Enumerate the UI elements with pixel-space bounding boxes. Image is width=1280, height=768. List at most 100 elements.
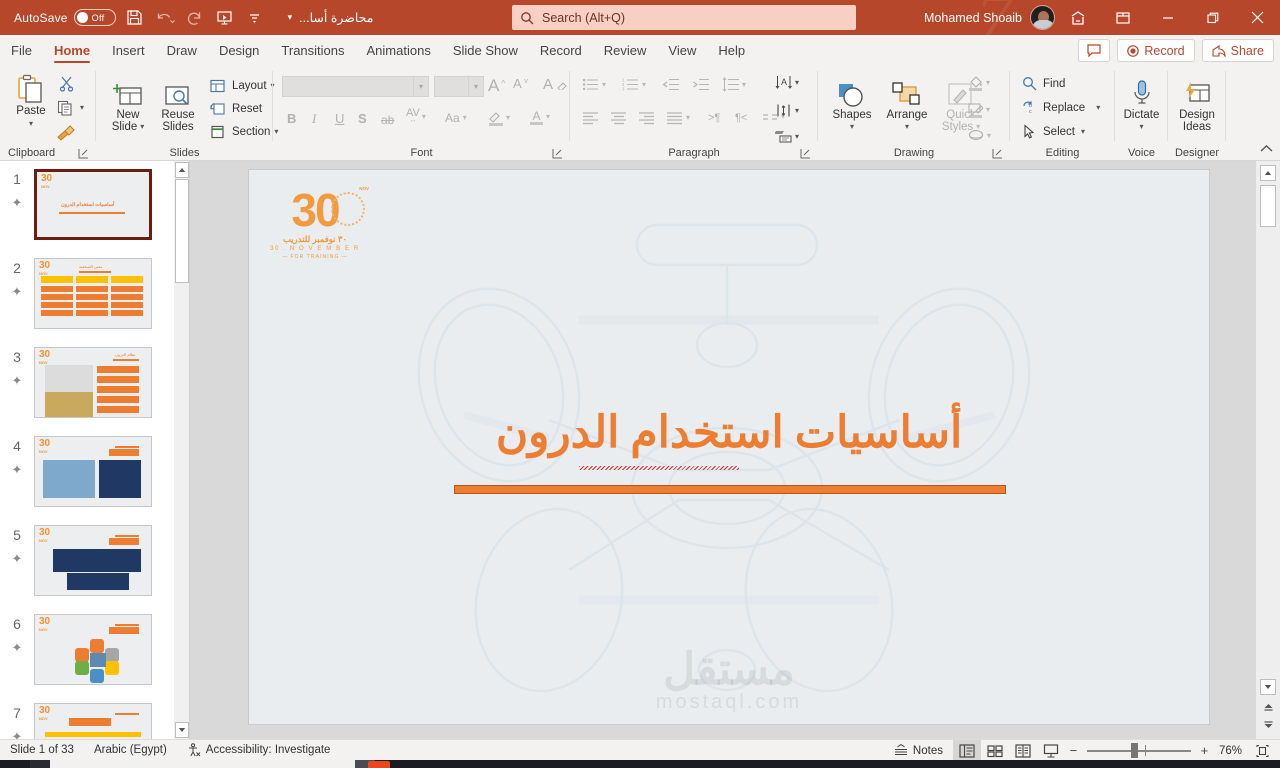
clipboard-dialog-launcher[interactable]: [78, 146, 90, 159]
text-direction-button[interactable]: A ▾: [775, 75, 799, 90]
clear-formatting-button[interactable]: A: [543, 76, 567, 93]
zoom-out-button[interactable]: −: [1065, 743, 1082, 758]
chevron-down-icon[interactable]: ▾: [413, 77, 428, 96]
chevron-down-icon[interactable]: ▾: [288, 13, 293, 22]
record-button[interactable]: Record: [1117, 39, 1195, 62]
thumbnail-item-2[interactable]: 2 ✦ 30 NOV معنى الصحفية: [0, 258, 174, 329]
format-painter-button[interactable]: [55, 121, 77, 142]
shape-fill-button[interactable]: ▾: [968, 75, 990, 91]
minimize-icon[interactable]: [1145, 0, 1190, 35]
zoom-slider[interactable]: [1086, 740, 1191, 761]
search-box[interactable]: [512, 5, 856, 30]
tab-review[interactable]: Review: [593, 36, 658, 65]
tab-draw[interactable]: Draw: [156, 36, 208, 65]
scroll-down-button[interactable]: [1260, 679, 1276, 695]
cut-button[interactable]: [55, 73, 77, 94]
reset-button[interactable]: Reset: [206, 98, 262, 119]
current-slide[interactable]: 30 NOV ٣٠ نوفمبر للتدريب 30 . N O V E M …: [249, 170, 1209, 724]
font-color-button[interactable]: A ▾: [530, 110, 550, 125]
chevron-down-icon[interactable]: ▾: [29, 120, 33, 128]
rtl-direction-button[interactable]: ¶<: [735, 112, 747, 124]
tab-animations[interactable]: Animations: [356, 36, 442, 65]
align-right-button[interactable]: [638, 111, 655, 125]
tab-file[interactable]: File: [0, 36, 43, 65]
chevron-down-icon[interactable]: ▾: [1096, 103, 1100, 112]
chevron-down-icon[interactable]: ▾: [602, 80, 606, 89]
slide-title-text[interactable]: أساسيات استخدام الدرون: [249, 407, 1209, 458]
chevron-down-icon[interactable]: ▾: [1081, 127, 1085, 136]
thumbnail-preview-4[interactable]: 30 NOV: [34, 436, 152, 507]
convert-to-smartart-button[interactable]: ▾: [775, 129, 799, 144]
grow-font-button[interactable]: A ^: [488, 76, 505, 96]
reading-view-button[interactable]: [1009, 740, 1037, 761]
shape-effects-button[interactable]: ▾: [968, 129, 991, 142]
thumbnail-preview-7[interactable]: 30 NOV: [34, 703, 152, 739]
increase-indent-button[interactable]: [692, 77, 709, 92]
chevron-down-icon[interactable]: ▾: [795, 132, 799, 141]
chevron-down-icon[interactable]: ▾: [80, 103, 84, 112]
fit-slide-to-window-button[interactable]: [1248, 740, 1276, 761]
arrange-button[interactable]: Arrange ▾: [880, 77, 934, 131]
text-shadow-button[interactable]: S: [358, 111, 367, 126]
ribbon-display-options-icon[interactable]: [1055, 0, 1100, 35]
thumbnail-item-3[interactable]: 3 ✦ 30 NOV نظام الدرون: [0, 347, 174, 418]
slide-counter[interactable]: Slide 1 of 33: [0, 740, 84, 761]
underline-button[interactable]: U: [335, 111, 344, 126]
thumbnail-preview-5[interactable]: 30 NOV: [34, 525, 152, 596]
comments-button[interactable]: [1078, 39, 1111, 62]
text-highlight-button[interactable]: ▾: [488, 110, 510, 126]
slide-thumbnail-pane[interactable]: 1 ✦ 30 NOV أساسيات استخدام الدرون 2 ✦ 30 N…: [0, 161, 174, 739]
customize-qat-icon[interactable]: [241, 4, 269, 32]
drawing-dialog-launcher[interactable]: [992, 146, 1004, 159]
bullets-button[interactable]: ▾: [582, 77, 606, 92]
font-dialog-launcher[interactable]: [552, 146, 564, 159]
change-case-button[interactable]: Aa ▾: [445, 111, 467, 125]
slide-sorter-view-button[interactable]: [981, 740, 1009, 761]
tab-design[interactable]: Design: [208, 36, 270, 65]
align-text-button[interactable]: ▾: [775, 103, 799, 118]
avatar[interactable]: [1030, 5, 1055, 30]
undo-icon[interactable]: [151, 4, 179, 32]
chevron-down-icon[interactable]: ▾: [463, 114, 467, 122]
copy-button[interactable]: ▾: [54, 97, 84, 118]
thumbnail-item-5[interactable]: 5 ✦ 30 NOV: [0, 525, 174, 596]
strikethrough-button[interactable]: ab: [381, 113, 394, 127]
zoom-level[interactable]: 76%: [1213, 740, 1248, 761]
chevron-down-icon[interactable]: ▾: [905, 123, 909, 131]
line-spacing-button[interactable]: ▾: [722, 77, 746, 92]
chevron-down-icon[interactable]: ▾: [795, 78, 799, 87]
thumbnail-item-4[interactable]: 4 ✦ 30 NOV: [0, 436, 174, 507]
chevron-down-icon[interactable]: ▾: [642, 80, 646, 89]
chevron-down-icon[interactable]: ▾: [986, 78, 990, 87]
paragraph-dialog-launcher[interactable]: [800, 146, 812, 159]
layout-button[interactable]: Layout ▾: [206, 75, 275, 96]
ltr-direction-button[interactable]: >¶: [708, 112, 720, 124]
shapes-button[interactable]: Shapes ▾: [826, 77, 878, 131]
shape-outline-button[interactable]: ▾: [968, 102, 990, 118]
shrink-font-button[interactable]: A ˅: [513, 76, 528, 91]
zoom-slider-handle[interactable]: [1130, 743, 1138, 758]
taskbar-window-preview[interactable]: [50, 760, 370, 768]
restore-icon[interactable]: [1190, 0, 1235, 35]
select-button[interactable]: Select ▾: [1022, 124, 1085, 139]
tab-slide-show[interactable]: Slide Show: [442, 36, 529, 65]
chevron-down-icon[interactable]: ▾: [546, 113, 550, 121]
justify-button[interactable]: ▾: [666, 111, 690, 125]
bold-button[interactable]: B: [287, 111, 296, 126]
thumbnail-preview-6[interactable]: 30 NOV: [34, 614, 152, 685]
thumbnail-preview-1[interactable]: 30 NOV أساسيات استخدام الدرون: [34, 169, 152, 240]
taskbar-app-icon-orange[interactable]: [368, 761, 390, 768]
language-indicator[interactable]: Arabic (Egypt): [84, 740, 177, 761]
align-center-button[interactable]: [610, 111, 627, 125]
tab-transitions[interactable]: Transitions: [270, 36, 355, 65]
accessibility-status[interactable]: Accessibility: Investigate: [177, 740, 341, 761]
tab-help[interactable]: Help: [707, 36, 756, 65]
chevron-down-icon[interactable]: ▾: [742, 80, 746, 89]
chevron-down-icon[interactable]: ▾: [422, 113, 426, 121]
chevron-down-icon[interactable]: ▾: [850, 123, 854, 131]
scroll-down-button[interactable]: [175, 722, 189, 738]
previous-slide-button[interactable]: [1262, 703, 1275, 713]
section-button[interactable]: Section ▾: [206, 121, 278, 142]
slide-show-view-button[interactable]: [1037, 740, 1065, 761]
thumbnail-item-7[interactable]: 7 ✦ 30 NOV: [0, 703, 174, 739]
